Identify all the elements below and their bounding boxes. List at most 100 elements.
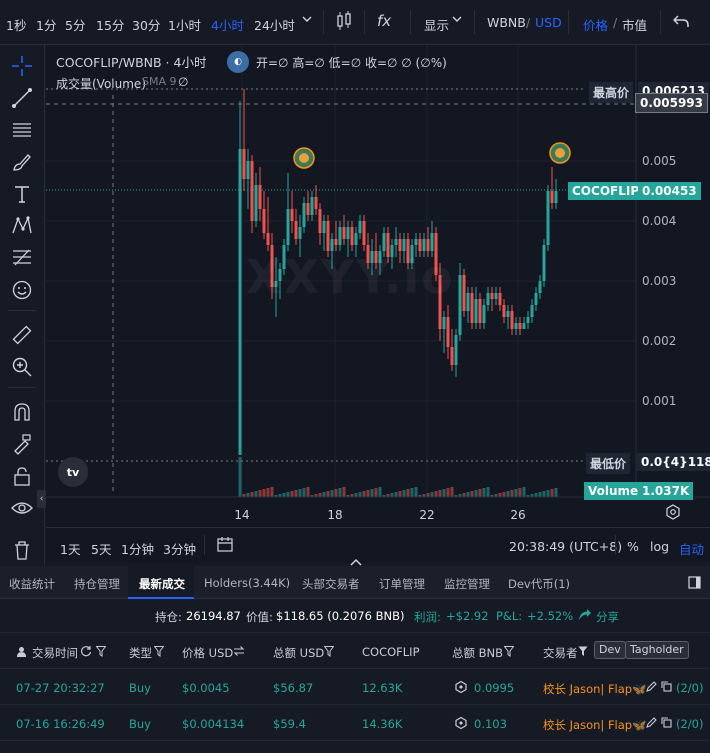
eye-icon[interactable] xyxy=(9,495,35,521)
undo-icon[interactable] xyxy=(672,14,689,31)
tab-monitor[interactable]: 监控管理 xyxy=(444,576,490,592)
text-icon[interactable] xyxy=(9,181,35,207)
display-chevron-icon[interactable] xyxy=(452,12,462,27)
table-row[interactable]: 07-16 16:26:49 Buy $0.004134 $59.4 14.36… xyxy=(0,705,710,741)
crosshair-icon[interactable] xyxy=(9,53,35,79)
timeframe-24h[interactable]: 24小时 xyxy=(254,15,295,34)
zoom-in-icon[interactable] xyxy=(9,354,35,380)
trades-table-header: 交易时间 类型 价格 USD 总额 USD COCOFLIP 总额 BNB 交易… xyxy=(0,633,710,669)
magnet-icon[interactable] xyxy=(9,399,35,425)
header-type[interactable]: 类型 xyxy=(129,645,152,661)
tab-positions[interactable]: 持仓管理 xyxy=(74,576,120,592)
header-time[interactable]: 交易时间 xyxy=(32,645,78,661)
tab-profit-stats[interactable]: 收益统计 xyxy=(9,576,55,592)
header-total-bnb[interactable]: 总额 BNB xyxy=(452,645,503,661)
chevron-up-icon[interactable] xyxy=(349,552,363,566)
fib-icon[interactable] xyxy=(9,245,35,271)
pair-quote[interactable]: USD xyxy=(535,15,562,30)
trend-line-icon[interactable] xyxy=(9,85,35,111)
volume-bar xyxy=(322,492,326,497)
candle-type-icon[interactable] xyxy=(335,10,353,35)
header-trader[interactable]: 交易者 xyxy=(543,645,578,661)
filter-usd-icon[interactable] xyxy=(323,646,335,660)
price-tick-label: 0.002 xyxy=(642,334,676,348)
volume-bar xyxy=(446,488,450,497)
range-1min[interactable]: 1分钟 xyxy=(121,539,154,558)
tradingview-logo[interactable]: tv xyxy=(58,457,88,487)
trade-price: $0.0045 xyxy=(182,681,230,695)
brush-icon[interactable] xyxy=(9,149,35,175)
candle-body xyxy=(482,305,486,323)
horizontal-lines-icon[interactable] xyxy=(9,117,35,143)
filter-type-icon[interactable] xyxy=(153,646,165,660)
price-toggle[interactable]: 价格 xyxy=(583,15,608,34)
volume-bar xyxy=(342,487,346,497)
collapse-toolbar-icon[interactable]: ‹ xyxy=(37,490,46,508)
top-toolbar: 1秒 1分 5分 15分 30分 1小时 4小时 24小时 fx 显示 WBNB… xyxy=(0,0,710,45)
candle-body xyxy=(486,293,490,305)
timeframe-15m[interactable]: 15分 xyxy=(96,15,124,34)
tab-dev-tokens[interactable]: Dev代币(1) xyxy=(508,576,570,592)
header-price[interactable]: 价格 USD xyxy=(182,645,233,661)
table-row[interactable]: 07-27 20:32:27 Buy $0.0045 $56.87 12.63K… xyxy=(0,669,710,705)
dev-filter-badge[interactable]: Dev xyxy=(594,641,626,659)
trader-name[interactable]: 校长 Jason| Flap🦋 xyxy=(543,717,646,733)
timeframe-30m[interactable]: 30分 xyxy=(132,15,160,34)
range-5d[interactable]: 5天 xyxy=(91,539,111,558)
lock-draw-icon[interactable] xyxy=(9,431,35,457)
timeframe-1s[interactable]: 1秒 xyxy=(6,15,26,34)
pattern-icon[interactable] xyxy=(9,213,35,239)
panel-toggle-icon[interactable] xyxy=(688,576,701,592)
refresh-icon[interactable] xyxy=(80,645,92,660)
price-chart[interactable]: 0.005 0.004 0.003 0.002 0.001 14 18 22 26 COCOFL… xyxy=(46,45,710,563)
volume-bar xyxy=(334,489,338,497)
timeframe-1h[interactable]: 1小时 xyxy=(168,15,201,34)
indicators-icon[interactable]: fx xyxy=(377,12,391,30)
pair-base[interactable]: WBNB xyxy=(487,15,526,30)
candle-body xyxy=(462,275,466,311)
price-tick-label: 0.005 xyxy=(642,154,676,168)
volume-bar xyxy=(406,489,410,497)
tab-top-traders[interactable]: 头部交易者 xyxy=(302,576,360,592)
header-total-usd[interactable]: 总额 USD xyxy=(273,645,324,661)
range-1d[interactable]: 1天 xyxy=(60,539,80,558)
timeframe-1m[interactable]: 1分 xyxy=(36,15,56,34)
volume-bar xyxy=(414,487,418,497)
chevron-down-icon[interactable] xyxy=(302,12,312,27)
chart-settings-icon[interactable] xyxy=(665,504,681,524)
swap-icon[interactable] xyxy=(233,645,245,660)
lock-icon[interactable] xyxy=(9,463,35,489)
current-price-tag: 0.00453 xyxy=(638,182,701,200)
trash-icon[interactable] xyxy=(9,537,35,563)
percent-toggle[interactable]: % xyxy=(627,539,639,554)
candle-body xyxy=(342,227,346,239)
edit-icon[interactable] xyxy=(646,681,657,695)
filter-trader-icon[interactable] xyxy=(578,646,588,660)
timeframe-4h[interactable]: 4小时 xyxy=(211,15,244,34)
timeframe-5m[interactable]: 5分 xyxy=(65,15,85,34)
header-amount[interactable]: COCOFLIP xyxy=(362,645,420,659)
share-icon[interactable] xyxy=(578,608,592,625)
edit-icon[interactable] xyxy=(646,717,657,731)
filter-bnb-icon[interactable] xyxy=(503,646,515,660)
ruler-icon[interactable] xyxy=(9,322,35,348)
copy-icon[interactable] xyxy=(661,717,672,731)
display-menu[interactable]: 显示 xyxy=(424,15,449,34)
trader-name[interactable]: 校长 Jason| Flap🦋 xyxy=(543,681,646,697)
auto-toggle[interactable]: 自动 xyxy=(679,539,704,558)
clock[interactable]: 20:38:49 (UTC+8) xyxy=(509,539,622,554)
filter-time-icon[interactable] xyxy=(95,646,107,660)
emoji-icon[interactable] xyxy=(9,277,35,303)
share-button[interactable]: 分享 xyxy=(596,609,619,625)
tab-holders[interactable]: Holders(3.44K) xyxy=(204,576,290,590)
log-toggle[interactable]: log xyxy=(650,539,669,554)
range-3min[interactable]: 3分钟 xyxy=(163,539,196,558)
tagholder-filter-badge[interactable]: Tagholder xyxy=(625,641,689,659)
mcap-toggle[interactable]: 市值 xyxy=(622,15,647,34)
tab-orders[interactable]: 订单管理 xyxy=(379,576,425,592)
date-range-icon[interactable] xyxy=(216,535,234,556)
copy-icon[interactable] xyxy=(661,681,672,695)
tab-latest-trades-label[interactable]: 最新成交 xyxy=(139,576,185,592)
volume-bar xyxy=(370,489,374,497)
pnl-value: +2.52% xyxy=(527,609,574,623)
